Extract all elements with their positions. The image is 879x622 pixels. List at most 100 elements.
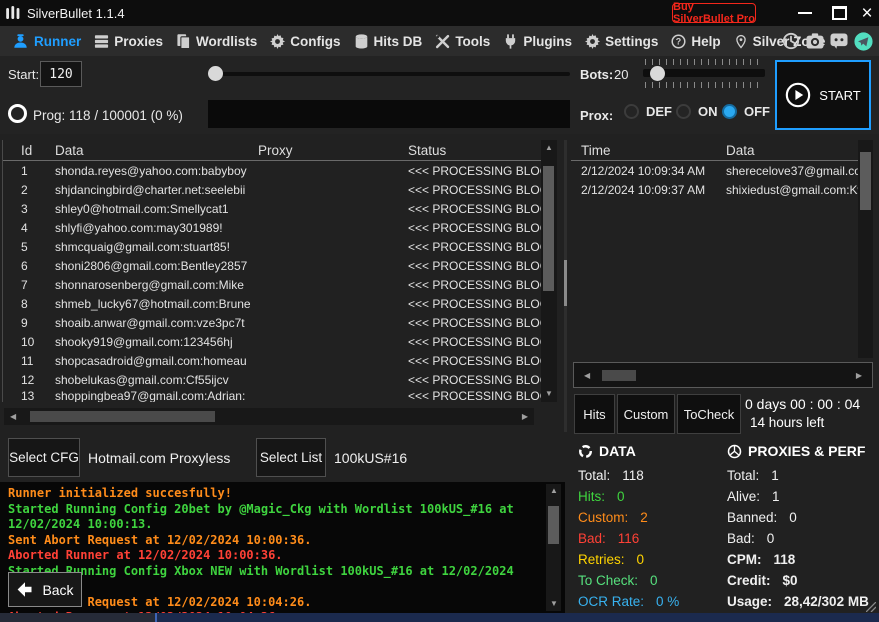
panel-splitter[interactable] bbox=[564, 140, 567, 432]
tray-icons bbox=[782, 26, 873, 56]
cell-id: 10 bbox=[21, 335, 55, 349]
hits-table-vscrollbar[interactable] bbox=[858, 140, 873, 358]
start-input[interactable] bbox=[40, 61, 82, 87]
table-row[interactable]: 11shopcasadroid@gmail.com:homeau<<< PROC… bbox=[3, 351, 541, 370]
hits-button[interactable]: Hits bbox=[574, 394, 615, 434]
cell-status: <<< PROCESSING BLOCK bbox=[408, 297, 541, 311]
wordlist-table-header: Id Data Proxy Status bbox=[3, 140, 541, 161]
cell-data: shmeb_lucky67@hotmail.com:Brune bbox=[55, 297, 258, 311]
scroll-up-icon[interactable]: ▲ bbox=[550, 487, 558, 495]
prox-on-label: ON bbox=[698, 104, 718, 119]
table-row[interactable]: 1shonda.reyes@yahoo.com:babyboy<<< PROCE… bbox=[3, 161, 541, 180]
table-row[interactable]: 2/12/2024 10:09:34 AMsherecelove37@gmail… bbox=[571, 161, 858, 180]
prox-option-off[interactable]: OFF bbox=[722, 104, 770, 119]
buy-pro-button[interactable]: Buy SilverBullet Pro bbox=[672, 3, 756, 23]
scroll-right-icon[interactable]: ▶ bbox=[522, 413, 528, 421]
menu-item-settings[interactable]: Settings bbox=[585, 34, 658, 49]
play-circle-icon bbox=[785, 82, 811, 108]
start-slider-track[interactable] bbox=[212, 72, 570, 76]
table-row[interactable]: 9shoaib.anwar@gmail.com:vze3pc7t<<< PROC… bbox=[3, 313, 541, 332]
menu-item-label: Proxies bbox=[114, 34, 163, 49]
menu-item-proxies[interactable]: Proxies bbox=[94, 34, 163, 49]
hits-table-hscrollbar[interactable]: ◀ ▶ bbox=[573, 362, 873, 388]
stat-proxy-bad: Bad:0 bbox=[727, 531, 869, 546]
radio-on[interactable] bbox=[676, 104, 691, 119]
left-table-vscroll-thumb[interactable] bbox=[543, 166, 554, 291]
table-row[interactable]: 12shobelukas@gmail.com:Cf55ijcv<<< PROCE… bbox=[3, 370, 541, 389]
left-table-hscroll-thumb[interactable] bbox=[30, 411, 215, 422]
menu-item-help[interactable]: ? Help bbox=[671, 34, 720, 49]
bots-slider-handle[interactable] bbox=[650, 66, 665, 81]
cell-data: shopcasadroid@gmail.com:homeau bbox=[55, 354, 258, 368]
table-row[interactable]: 7shonnarosenberg@gmail.com:Mike<<< PROCE… bbox=[3, 275, 541, 294]
prox-option-on[interactable]: ON bbox=[676, 104, 718, 119]
start-button[interactable]: START bbox=[775, 60, 871, 130]
left-table-vscrollbar[interactable]: ▲ ▼ bbox=[541, 140, 557, 402]
scroll-up-icon[interactable]: ▲ bbox=[545, 144, 553, 152]
hits-table: Time Data 2/12/2024 10:09:34 AMsherecelo… bbox=[571, 140, 858, 199]
splitter-grip bbox=[564, 260, 567, 306]
location-pin-icon bbox=[734, 34, 748, 49]
documents-icon bbox=[176, 34, 191, 49]
globe-perf-icon bbox=[727, 444, 742, 459]
table-row[interactable]: 2/12/2024 10:09:37 AMshixiedust@gmail.co… bbox=[571, 180, 858, 199]
scroll-left-icon[interactable]: ◀ bbox=[584, 372, 590, 380]
table-row[interactable]: 4shlyfi@yahoo.com:may301989!<<< PROCESSI… bbox=[3, 218, 541, 237]
menu-item-label: Settings bbox=[605, 34, 658, 49]
log-vscroll-thumb[interactable] bbox=[548, 506, 559, 544]
scroll-down-icon[interactable]: ▼ bbox=[550, 600, 558, 608]
menu-item-plugins[interactable]: Plugins bbox=[503, 34, 572, 49]
select-cfg-button[interactable]: Select CFG bbox=[8, 438, 80, 477]
cell-id: 9 bbox=[21, 316, 55, 330]
log-lines: Runner initialized succesfully! Started … bbox=[8, 486, 538, 613]
menu-item-configs[interactable]: Configs bbox=[270, 34, 340, 49]
history-icon[interactable] bbox=[782, 32, 800, 50]
taskbar-strip-right bbox=[157, 613, 879, 622]
hits-table-hscroll-thumb[interactable] bbox=[602, 370, 636, 381]
menu-item-label: Configs bbox=[290, 34, 340, 49]
menu-item-hits-db[interactable]: Hits DB bbox=[354, 34, 423, 49]
minimize-button[interactable] bbox=[790, 0, 820, 26]
cell-data: shjdancingbird@charter.net:seelebii bbox=[55, 183, 258, 197]
scroll-right-icon[interactable]: ▶ bbox=[856, 372, 862, 380]
log-vscrollbar[interactable]: ▲ ▼ bbox=[546, 484, 561, 611]
stat-custom: Custom:2 bbox=[578, 510, 679, 525]
table-row[interactable]: 8shmeb_lucky67@hotmail.com:Brune<<< PROC… bbox=[3, 294, 541, 313]
menu-item-tools[interactable]: Tools bbox=[435, 34, 490, 49]
gear-icon bbox=[270, 34, 285, 49]
left-table-hscrollbar[interactable]: ◀ ▶ bbox=[4, 408, 534, 425]
scroll-down-icon[interactable]: ▼ bbox=[545, 390, 553, 398]
prox-label: Prox: bbox=[580, 108, 613, 123]
table-row[interactable]: 6shoni2806@gmail.com:Bentley2857<<< PROC… bbox=[3, 256, 541, 275]
tocheck-button[interactable]: ToCheck bbox=[677, 394, 741, 434]
cell-id: 7 bbox=[21, 278, 55, 292]
menu-item-wordlists[interactable]: Wordlists bbox=[176, 34, 257, 49]
log-line: Runner initialized succesfully! bbox=[8, 486, 538, 502]
telegram-icon[interactable] bbox=[854, 32, 873, 51]
scroll-left-icon[interactable]: ◀ bbox=[10, 413, 16, 421]
maximize-button[interactable] bbox=[824, 0, 854, 26]
close-button[interactable]: × bbox=[852, 0, 879, 26]
radio-def[interactable] bbox=[624, 104, 639, 119]
table-row[interactable]: 13shoppingbea97@gmail.com:Adrian:<<< PRO… bbox=[3, 389, 541, 402]
cell-id: 5 bbox=[21, 240, 55, 254]
table-row[interactable]: 10shooky919@gmail.com:123456hj<<< PROCES… bbox=[3, 332, 541, 351]
menu-item-runner[interactable]: Runner bbox=[12, 34, 81, 49]
table-row[interactable]: 2shjdancingbird@charter.net:seelebii<<< … bbox=[3, 180, 541, 199]
cell-status: <<< PROCESSING BLOCK bbox=[408, 389, 541, 402]
camera-icon[interactable] bbox=[806, 33, 824, 49]
table-row[interactable]: 5shmcquaig@gmail.com:stuart85!<<< PROCES… bbox=[3, 237, 541, 256]
custom-button[interactable]: Custom bbox=[617, 394, 675, 434]
prog-label: Prog: bbox=[33, 108, 65, 123]
discord-icon[interactable] bbox=[830, 33, 848, 49]
prox-option-def[interactable]: DEF bbox=[624, 104, 672, 119]
start-slider-handle[interactable] bbox=[208, 66, 223, 81]
cell-data: shoaib.anwar@gmail.com:vze3pc7t bbox=[55, 316, 258, 330]
hits-table-vscroll-thumb[interactable] bbox=[860, 152, 871, 210]
bots-slider-ticks-bottom bbox=[645, 82, 763, 88]
radio-off[interactable] bbox=[722, 104, 737, 119]
cell-data: shlyfi@yahoo.com:may301989! bbox=[55, 221, 258, 235]
table-row[interactable]: 3shley0@hotmail.com:Smellycat1<<< PROCES… bbox=[3, 199, 541, 218]
back-button[interactable]: Back bbox=[8, 572, 82, 607]
select-list-button[interactable]: Select List bbox=[256, 438, 326, 477]
